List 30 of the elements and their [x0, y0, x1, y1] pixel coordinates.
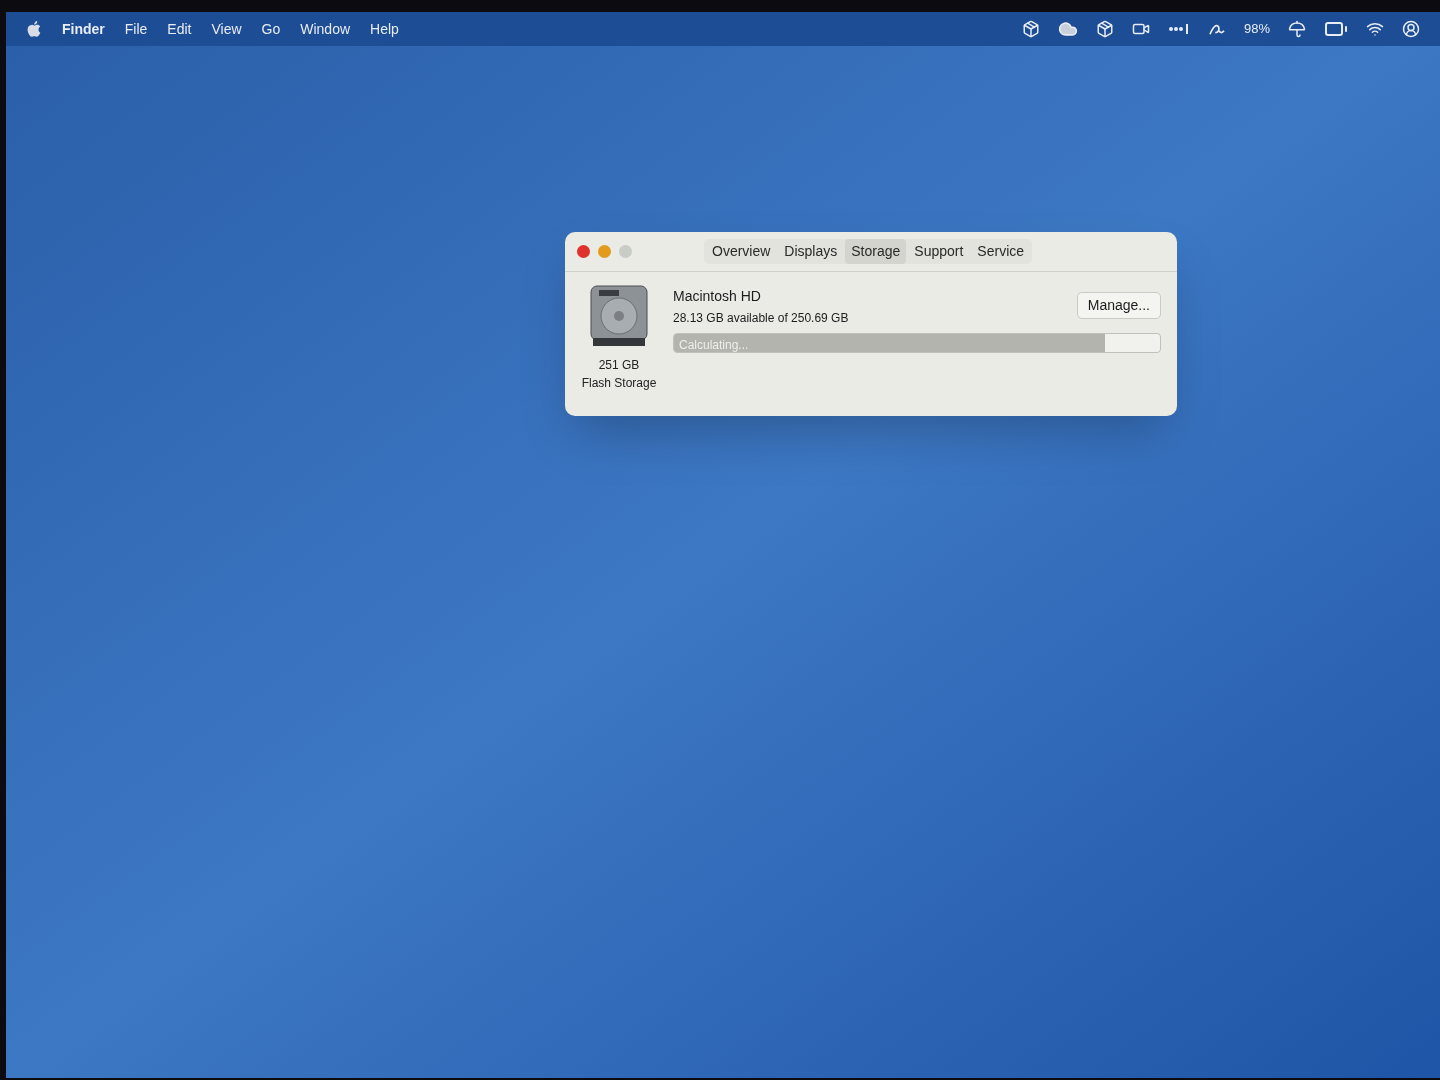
apple-logo-icon[interactable]: [26, 20, 42, 38]
disk-type: Flash Storage: [581, 375, 657, 392]
tab[interactable]: Storage: [845, 239, 907, 264]
umbrella-icon[interactable]: [1288, 20, 1306, 38]
close-button[interactable]: [577, 245, 590, 258]
wifi-icon[interactable]: [1366, 20, 1384, 38]
manage-button[interactable]: Manage...: [1076, 292, 1161, 319]
tab[interactable]: Displays: [778, 239, 844, 264]
signature-icon[interactable]: [1207, 22, 1226, 36]
menu-item[interactable]: Window: [300, 18, 351, 40]
hard-drive-icon: [589, 284, 649, 348]
user-icon[interactable]: [1402, 20, 1420, 38]
menu-item[interactable]: Go: [261, 18, 281, 40]
disk-size: 251 GB: [598, 357, 640, 374]
available-space: 28.13 GB available of 250.69 GB: [673, 310, 849, 327]
cloud-icon[interactable]: [1057, 19, 1078, 39]
tab[interactable]: Service: [971, 239, 1031, 264]
dots-icon[interactable]: [1167, 24, 1190, 34]
disk-name: Macintosh HD: [673, 287, 762, 306]
box-icon[interactable]: [1021, 20, 1040, 38]
menu-item[interactable]: Finder: [62, 18, 105, 40]
menu-item[interactable]: Help: [370, 18, 399, 40]
menu-item[interactable]: View: [211, 18, 242, 40]
battery-percentage[interactable]: 98%: [1243, 19, 1270, 39]
menu-item[interactable]: File: [124, 18, 148, 40]
tab[interactable]: Support: [908, 239, 970, 264]
bar-label: Calculating...: [679, 337, 749, 352]
boxes-icon[interactable]: [1095, 20, 1114, 38]
menu-item[interactable]: Edit: [167, 18, 192, 40]
tab[interactable]: Overview: [706, 239, 777, 264]
